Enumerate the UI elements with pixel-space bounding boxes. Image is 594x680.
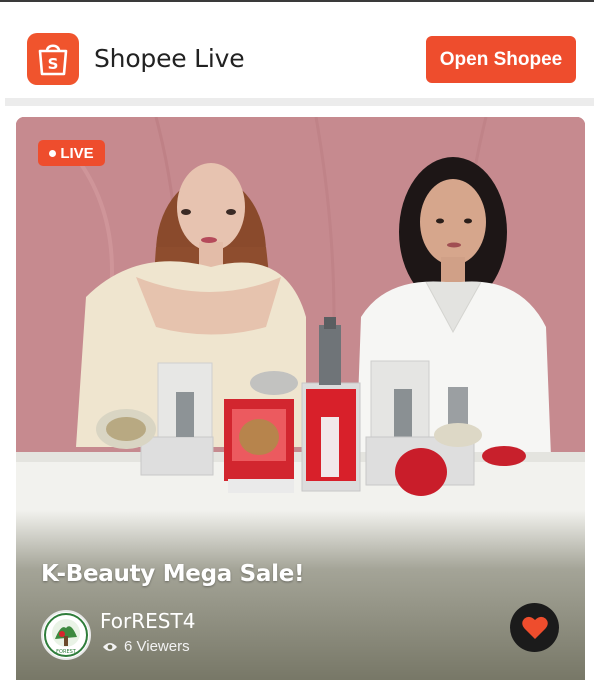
app-header: S Shopee Live Open Shopee — [0, 2, 594, 98]
app-title: Shopee Live — [94, 44, 245, 73]
live-badge-label: LIVE — [60, 144, 94, 162]
live-badge: LIVE — [38, 140, 105, 166]
streamer-avatar[interactable]: FOREST — [41, 610, 91, 660]
open-shopee-button[interactable]: Open Shopee — [426, 36, 576, 83]
like-button[interactable] — [510, 603, 559, 652]
svg-text:FOREST: FOREST — [56, 649, 77, 655]
shopee-bag-icon[interactable]: S — [27, 33, 79, 85]
stream-title[interactable]: K-Beauty Mega Sale! — [41, 561, 305, 587]
live-stream-card[interactable]: LIVE K-Beauty Mega Sale! FOREST ForREST4… — [16, 117, 585, 680]
header-divider — [5, 98, 594, 106]
eye-icon — [103, 642, 117, 651]
live-indicator-dot — [49, 149, 57, 157]
heart-icon — [521, 616, 548, 639]
streamer-logo-icon: FOREST — [44, 613, 88, 657]
streamer-name[interactable]: ForREST4 — [100, 609, 195, 633]
viewer-count-label: 6 Viewers — [124, 638, 190, 655]
svg-text:S: S — [48, 55, 59, 73]
viewer-count: 6 Viewers — [102, 638, 190, 655]
